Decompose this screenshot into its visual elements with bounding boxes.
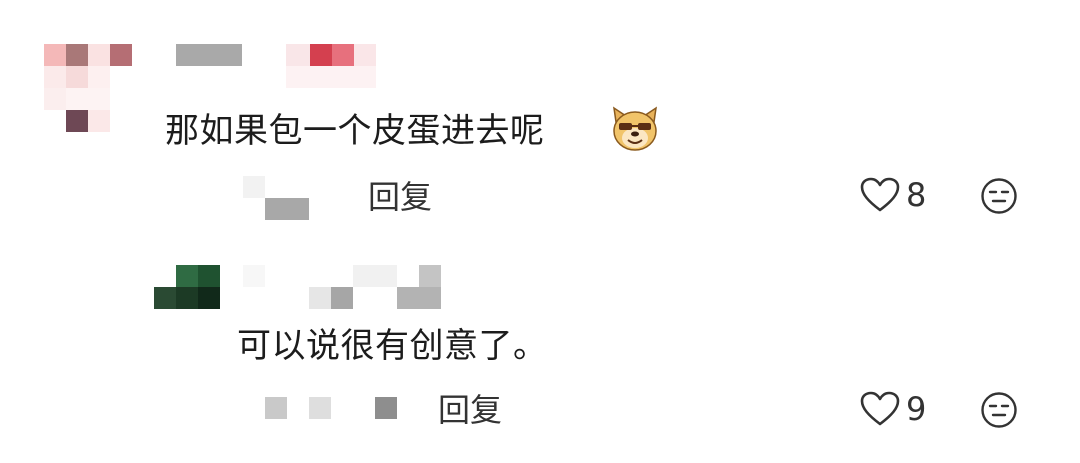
like-button[interactable]: 9: [860, 390, 926, 428]
comment-meta-redacted: [243, 176, 313, 222]
like-count: 8: [906, 176, 927, 214]
like-button[interactable]: 8: [860, 176, 926, 214]
neutral-face-icon[interactable]: [980, 391, 1018, 429]
reply-button[interactable]: 回复: [368, 178, 432, 216]
reply-button[interactable]: 回复: [438, 391, 502, 429]
comment-text-content: 那如果包一个皮蛋进去呢: [165, 111, 545, 151]
username-redacted[interactable]: [176, 44, 376, 94]
doge-sunglasses-emoji-icon: [613, 106, 657, 151]
neutral-face-icon[interactable]: [980, 177, 1018, 215]
username-redacted[interactable]: [243, 265, 443, 311]
avatar[interactable]: [154, 265, 224, 311]
heart-outline-icon: [860, 391, 900, 426]
comment-meta-redacted: [265, 397, 400, 421]
heart-outline-icon: [860, 177, 900, 212]
avatar[interactable]: [44, 44, 136, 136]
like-count: 9: [906, 390, 927, 428]
comment-text: 可以说很有创意了。: [237, 326, 548, 366]
comment-text: 那如果包一个皮蛋进去呢: [165, 111, 545, 151]
